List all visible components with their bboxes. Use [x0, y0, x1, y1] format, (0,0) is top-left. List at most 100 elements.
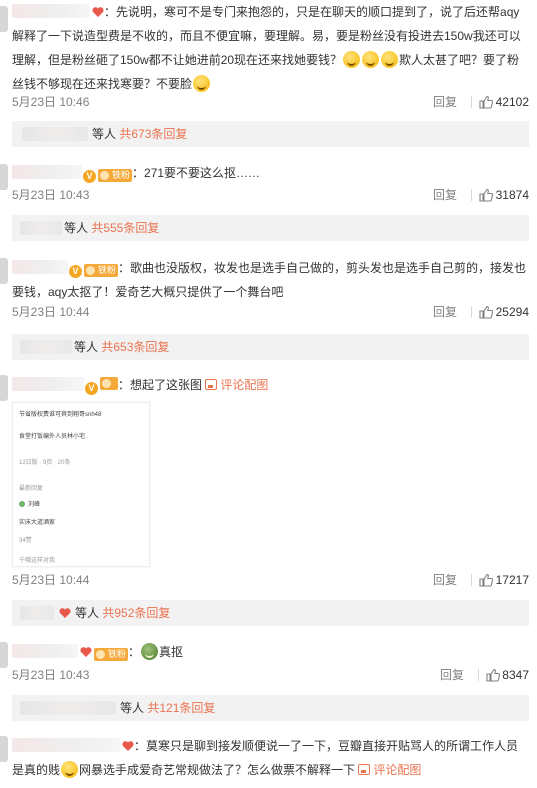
comment-text: 想起了这张图 — [130, 378, 203, 392]
sub-replies-bar[interactable]: 等人 共121条回复 — [12, 695, 529, 721]
timestamp: 5月23日 10:44 — [12, 305, 90, 319]
reply-count-link[interactable]: 共952条回复 — [102, 606, 170, 620]
divider — [471, 96, 472, 108]
reply-users-suffix: 等人 — [75, 606, 100, 620]
reply-users — [20, 221, 62, 235]
heart-icon — [59, 608, 71, 618]
comment-text: 真抠 — [159, 645, 184, 659]
divider — [478, 669, 479, 681]
heart-icon — [92, 7, 104, 17]
heart-icon — [122, 741, 134, 751]
comment-5: 铁粉：真抠 5月23日 10:43 回复 8347 等人 共121条回复 — [0, 640, 537, 730]
emoji-icon — [362, 51, 380, 68]
username[interactable] — [12, 738, 120, 752]
timestamp: 5月23日 10:46 — [12, 95, 90, 109]
comment-body: V 铁粉 ：271要不要这么抠…… — [12, 161, 529, 185]
timestamp: 5月23日 10:43 — [12, 668, 90, 682]
username[interactable] — [12, 4, 90, 18]
reply-count-link[interactable]: 共653条回复 — [101, 340, 169, 354]
view-image-link[interactable]: 评论配图 — [205, 378, 268, 392]
sub-replies-bar[interactable]: 等人 共653条回复 — [12, 334, 529, 360]
thumbs-up-icon[interactable] — [486, 668, 500, 682]
comment-1: ：先说明，寒可不是专门来抱怨的，只是在聊天的顺口提到了，说了后还帮aqy解释了一… — [0, 0, 537, 147]
divider — [471, 306, 472, 318]
reply-count-link[interactable]: 共673条回复 — [119, 127, 187, 141]
like-count: 17217 — [495, 573, 529, 587]
reply-button[interactable]: 回复 — [433, 187, 457, 203]
image-text: 12日版 · 9页 · 20条 — [19, 460, 71, 466]
reply-button[interactable]: 回复 — [433, 94, 457, 110]
comment-image[interactable]: 节省版权费谁可爽到翔哥snh48 食堂打饭编外人员林小宅 12日版 · 9页 ·… — [12, 402, 150, 567]
comment-3: V 铁粉 ：歌曲也没版权，妆发也是选手自己做的，剪头发也是选手自己剪的，接发也要钱，… — [0, 256, 537, 366]
comment-body: V ：想起了这张图 评论配图 — [12, 373, 529, 397]
image-text: 食堂打饭编外人员林小宅 — [19, 434, 86, 440]
avatar[interactable] — [0, 736, 8, 762]
like-count: 25294 — [495, 305, 529, 319]
thumbs-up-icon[interactable] — [479, 95, 493, 109]
thumbs-up-icon[interactable] — [479, 573, 493, 587]
avatar[interactable] — [0, 6, 8, 32]
emoji-icon — [61, 761, 79, 778]
reply-users-suffix: 等人 — [64, 221, 89, 235]
heart-icon — [80, 647, 92, 657]
divider — [471, 574, 472, 586]
view-image-link[interactable]: 评论配图 — [358, 763, 421, 777]
like-count: 8347 — [502, 668, 529, 682]
vip-badge-icon: V — [85, 382, 98, 395]
username[interactable] — [12, 165, 82, 179]
reply-users-suffix: 等人 — [74, 340, 99, 354]
picture-icon — [358, 764, 371, 775]
comment-body: ：莫寒只是聊到接发顺便说一了一下，豆瓣直接开贴骂人的所谓工作人员是真的贱 网暴选手… — [12, 738, 519, 778]
comment-meta: 5月23日 10:43 回复 31874 — [12, 187, 529, 203]
comment-meta: 5月23日 10:44 回复 25294 — [12, 304, 529, 320]
emoji-icon — [343, 51, 361, 68]
avatar[interactable] — [0, 375, 8, 401]
reply-button[interactable]: 回复 — [433, 304, 457, 320]
reply-users — [20, 340, 72, 354]
reply-users — [22, 127, 88, 141]
comment-6: ：莫寒只是聊到接发顺便说一了一下，豆瓣直接开贴骂人的所谓工作人员是真的贱 网暴选手… — [0, 734, 537, 788]
comment-body: 铁粉：真抠 — [12, 640, 529, 664]
reply-count-link[interactable]: 共121条回复 — [147, 701, 215, 715]
comment-meta: 5月23日 10:43 回复 8347 — [12, 667, 529, 683]
comment-body: ：先说明，寒可不是专门来抱怨的，只是在聊天的顺口提到了，说了后还帮aqy解释了一… — [12, 4, 521, 92]
thumbs-up-icon[interactable] — [479, 305, 493, 319]
comment-meta: 5月23日 10:46 回复 42102 — [12, 94, 529, 110]
timestamp: 5月23日 10:44 — [12, 573, 90, 587]
like-count: 42102 — [495, 95, 529, 109]
image-text: 刘峰 — [28, 502, 41, 508]
emoji-icon — [141, 643, 159, 660]
username[interactable] — [12, 260, 68, 274]
comment-text: 271要不要这么抠…… — [144, 166, 261, 180]
sub-replies-bar[interactable]: 等人 共555条回复 — [12, 215, 529, 241]
picture-icon — [205, 379, 218, 390]
avatar — [19, 501, 25, 507]
fan-badge — [100, 377, 118, 390]
image-text: 节省版权费谁可爽到翔哥snh48 — [19, 412, 102, 418]
sub-replies-bar[interactable]: 等人 共952条回复 — [12, 600, 529, 626]
image-text: 千哦这样对我 — [19, 558, 56, 564]
vip-badge-icon: V — [69, 265, 82, 278]
reply-users — [20, 606, 54, 620]
username[interactable] — [12, 377, 84, 391]
thumbs-up-icon[interactable] — [479, 188, 493, 202]
image-text: 34赞 — [19, 538, 32, 544]
emoji-icon — [381, 51, 399, 68]
avatar[interactable] — [0, 642, 8, 668]
image-text: 实床大道酒家 — [19, 520, 56, 526]
image-text: 最新回复 — [19, 486, 44, 492]
emoji-icon — [193, 75, 211, 92]
reply-users — [20, 701, 116, 715]
username[interactable] — [12, 644, 78, 658]
avatar[interactable] — [0, 258, 8, 284]
comment-text: 网暴选手成爱奇艺常规做法了？怎么做票不解释一下 — [79, 763, 356, 777]
divider — [471, 189, 472, 201]
comment-2: V 铁粉 ：271要不要这么抠…… 5月23日 10:43 回复 31874 等人 … — [0, 160, 537, 250]
reply-button[interactable]: 回复 — [440, 667, 464, 683]
vip-badge-icon: V — [83, 170, 96, 183]
reply-button[interactable]: 回复 — [433, 572, 457, 588]
sub-replies-bar[interactable]: 等人 共673条回复 — [12, 121, 529, 147]
reply-count-link[interactable]: 共555条回复 — [91, 221, 159, 235]
avatar[interactable] — [0, 164, 8, 190]
timestamp: 5月23日 10:43 — [12, 188, 90, 202]
